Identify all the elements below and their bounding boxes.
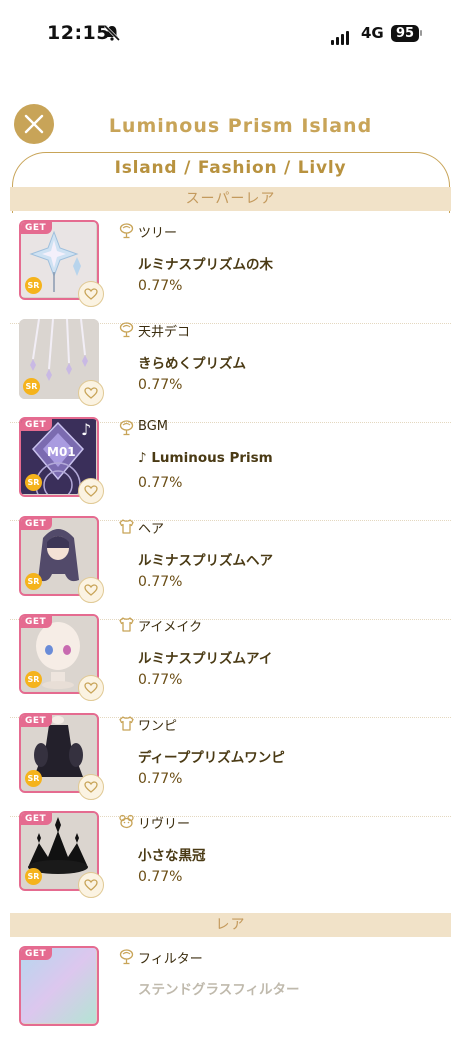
item-rate: 0.77% bbox=[138, 475, 183, 491]
favorite-button[interactable] bbox=[78, 379, 104, 406]
item-rate: 0.77% bbox=[138, 278, 183, 294]
item-category-label: ツリー bbox=[138, 226, 178, 241]
network-type: 4G bbox=[361, 24, 384, 42]
tree-icon bbox=[118, 321, 135, 338]
get-tag: GET bbox=[21, 222, 53, 234]
item-name: ルミナスプリズムの木 bbox=[138, 257, 273, 273]
list-item[interactable]: GET SR アイメイクルミナスプリズムアイ 0.77% bbox=[0, 614, 461, 718]
get-tag: GET bbox=[21, 948, 53, 960]
status-time: 12:15 bbox=[47, 22, 110, 44]
tree-icon bbox=[118, 222, 135, 239]
sr-badge: SR bbox=[25, 277, 42, 294]
sr-badge: SR bbox=[25, 474, 42, 491]
item-name: 小さな黒冠 bbox=[138, 848, 206, 864]
favorite-button[interactable] bbox=[78, 478, 104, 504]
list-item[interactable]: GET SR リヴリー小さな黒冠 0.77% bbox=[0, 811, 461, 915]
favorite-button[interactable] bbox=[78, 773, 104, 800]
list-item[interactable]: GET SR ツリールミナスプリズムの木 0.77% bbox=[0, 220, 461, 324]
battery-tip bbox=[420, 30, 422, 36]
item-name: ステンドグラスフィルター bbox=[138, 982, 300, 998]
signal-icon bbox=[331, 26, 351, 45]
svg-text:M01: M01 bbox=[47, 445, 76, 459]
item-name: ♪ Luminous Prism bbox=[138, 450, 273, 466]
bell-muted-icon bbox=[103, 24, 121, 42]
item-rate: 0.77% bbox=[138, 573, 183, 590]
tree-icon bbox=[118, 419, 135, 436]
get-tag: GET bbox=[21, 616, 53, 628]
item-thumbnail[interactable]: GET bbox=[19, 946, 99, 1026]
sr-badge: SR bbox=[25, 769, 42, 787]
shirt-icon bbox=[118, 715, 135, 732]
livly-icon bbox=[118, 813, 135, 830]
section-header-super-rare: スーパーレア bbox=[10, 187, 451, 211]
shirt-icon bbox=[118, 518, 135, 535]
item-rate: 0.77% bbox=[138, 770, 183, 787]
sr-badge: SR bbox=[25, 868, 42, 885]
list-item[interactable]: M01 ♪ GET SR BGM ♪ Luminous Prism 0.77% bbox=[0, 417, 461, 521]
favorite-button[interactable] bbox=[78, 576, 104, 603]
item-name: きらめくプリズム bbox=[138, 355, 246, 372]
item-category-label: アイメイク bbox=[138, 620, 203, 635]
item-category-label: ヘア bbox=[138, 521, 165, 537]
item-rate: 0.77% bbox=[138, 672, 183, 688]
status-bar: 12:15 4G 95 bbox=[0, 0, 461, 70]
favorite-button[interactable] bbox=[78, 675, 104, 701]
item-name: ルミナスプリズムアイ bbox=[138, 651, 273, 667]
item-name: ルミナスプリズムヘア bbox=[138, 552, 273, 569]
item-category-label: ワンピ bbox=[138, 718, 178, 734]
item-rate: 0.77% bbox=[138, 869, 183, 885]
shirt-icon bbox=[118, 616, 135, 633]
list-item[interactable]: GET SR ワンピディーププリズムワンピ 0.77% bbox=[0, 712, 461, 817]
breadcrumb: Island / Fashion / Livly bbox=[114, 158, 347, 178]
item-category-label: BGM bbox=[138, 419, 168, 434]
list-item[interactable]: GET SR ヘアルミナスプリズムヘア 0.77% bbox=[0, 515, 461, 620]
sr-badge: SR bbox=[25, 671, 42, 688]
battery-icon: 95 bbox=[391, 25, 419, 42]
item-category-label: リヴリー bbox=[138, 817, 191, 832]
favorite-button[interactable] bbox=[78, 872, 104, 898]
item-category-label: 天井デコ bbox=[138, 324, 191, 340]
item-category-label: フィルター bbox=[138, 952, 203, 967]
get-tag: GET bbox=[21, 714, 53, 727]
item-rate: 0.77% bbox=[138, 376, 183, 393]
get-tag: GET bbox=[21, 813, 53, 825]
list-item[interactable]: SR 天井デコきらめくプリズム 0.77% bbox=[0, 318, 461, 423]
svg-text:♪: ♪ bbox=[81, 420, 91, 439]
sr-badge: SR bbox=[23, 377, 40, 395]
item-name: ディーププリズムワンピ bbox=[138, 749, 285, 766]
favorite-button[interactable] bbox=[78, 281, 104, 307]
sr-badge: SR bbox=[25, 572, 42, 590]
get-tag: GET bbox=[21, 517, 53, 530]
get-tag: GET bbox=[21, 419, 53, 431]
section-header-rare: レア bbox=[10, 913, 451, 937]
list-item[interactable]: GET フィルターステンドグラスフィルター bbox=[0, 946, 461, 1044]
page-title: Luminous Prism Island bbox=[108, 115, 373, 137]
tree-icon bbox=[118, 948, 135, 965]
